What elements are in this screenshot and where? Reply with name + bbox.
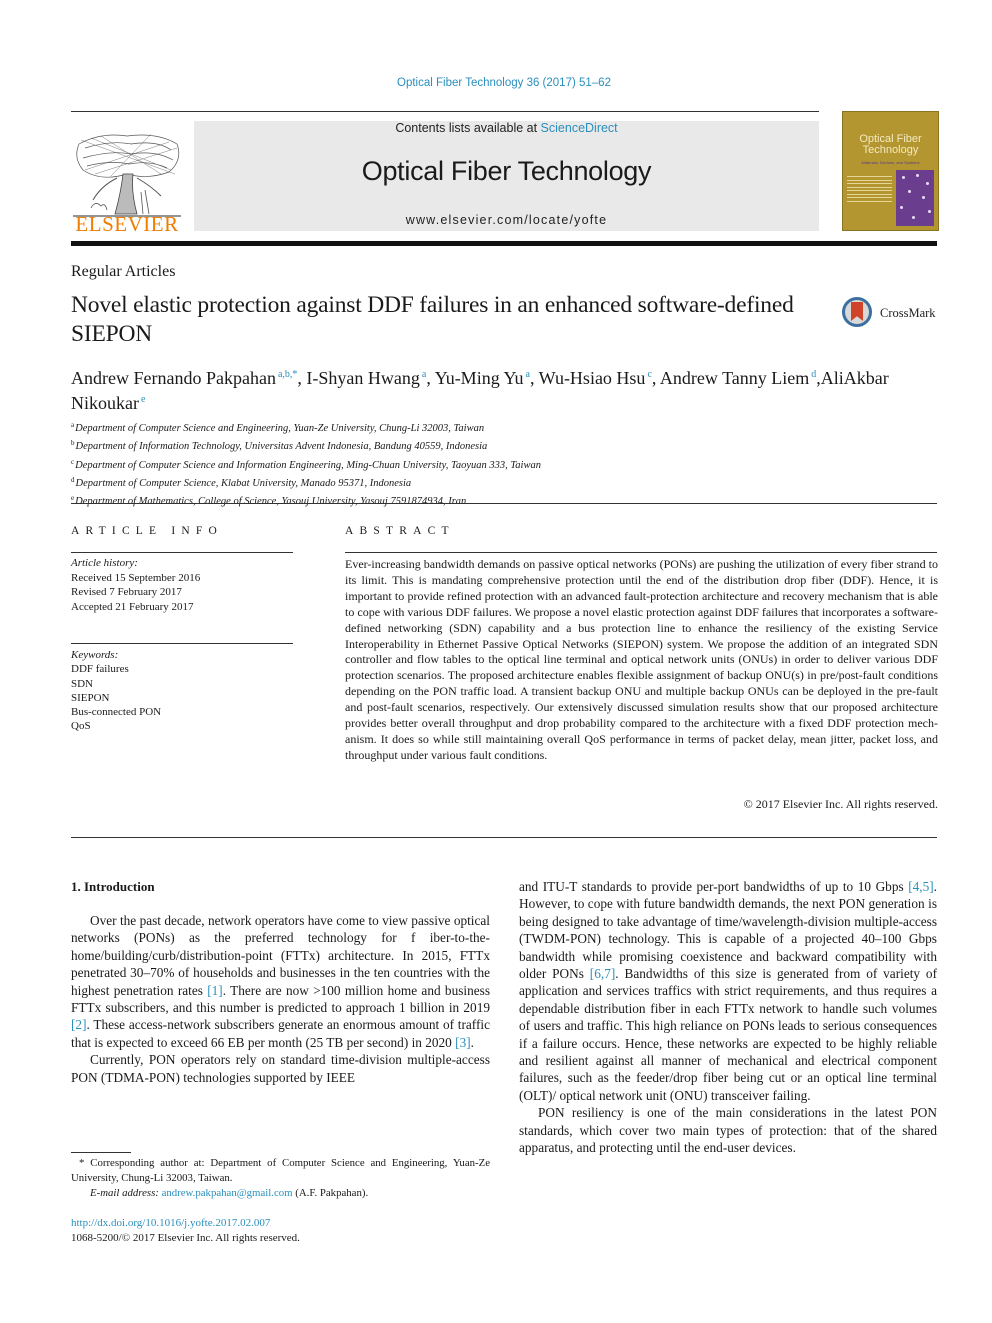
author-name[interactable]: Andrew Fernando Pakpahan — [71, 368, 276, 388]
email-suffix: (A.F. Pakpahan). — [292, 1187, 369, 1199]
sciencedirect-link[interactable]: ScienceDirect — [541, 121, 618, 135]
author-affiliation-marks[interactable]: a,b,* — [278, 369, 297, 380]
body-paragraph: Over the past decade, network operators … — [71, 912, 490, 1051]
elsevier-wordmark: ELSEVIER — [75, 212, 179, 236]
doi-link[interactable]: http://dx.doi.org/10.1016/j.yofte.2017.0… — [71, 1216, 300, 1231]
crossmark-label: CrossMark — [880, 306, 936, 320]
paragraph-text: and ITU-T standards to provide per-port … — [519, 879, 909, 894]
affiliation-key: e — [71, 494, 75, 503]
cover-artwork — [896, 170, 934, 226]
affiliation-text: Department of Computer Science and Infor… — [75, 459, 541, 471]
citation-link[interactable]: [4,5] — [908, 879, 933, 894]
paragraph-text: . These access-network subscribers gener… — [71, 1017, 490, 1050]
affiliation-text: Department of Information Technology, Un… — [75, 441, 488, 453]
paragraph-text: Currently, PON operators rely on standar… — [71, 1052, 490, 1085]
article-info-rule — [71, 552, 293, 553]
author-affiliation-marks[interactable]: d — [811, 369, 816, 380]
footnote-block: * Corresponding author at: Department of… — [71, 1156, 490, 1201]
body-paragraph: PON resiliency is one of the main consid… — [519, 1104, 937, 1156]
author-list: Andrew Fernando Pakpahan a,b,*, I-Shyan H… — [71, 368, 889, 413]
abstract-text: Ever-increasing bandwidth demands on pas… — [345, 557, 938, 762]
email-label: E-mail address: — [90, 1187, 162, 1199]
issn-copyright: 1068-5200/© 2017 Elsevier Inc. All right… — [71, 1232, 300, 1244]
keywords-block: Keywords: DDF failures SDN SIEPON Bus-co… — [71, 648, 301, 734]
journal-reference-link[interactable]: Optical Fiber Technology 36 (2017) 51–62 — [0, 77, 992, 89]
crossmark-button[interactable]: CrossMark — [842, 297, 942, 333]
article-section-label: Regular Articles — [71, 263, 176, 280]
top-rule — [71, 111, 819, 112]
abstract-heading: ABSTRACT — [345, 525, 455, 537]
history-accepted: Accepted 21 February 2017 — [71, 600, 194, 613]
affiliation-key: a — [71, 421, 75, 429]
history-received: Received 15 September 2016 — [71, 571, 201, 584]
abstract-copyright: © 2017 Elsevier Inc. All rights reserved… — [743, 797, 938, 811]
article-title: Novel elastic protection against DDF fai… — [71, 292, 794, 347]
abstract-rule — [345, 552, 937, 553]
cover-subtitle: Materials, Devices, and Systems — [861, 160, 920, 165]
citation-link[interactable]: [2] — [71, 1017, 87, 1032]
header-thick-rule — [71, 241, 937, 246]
cover-text-lines — [847, 176, 892, 204]
author-affiliation-marks[interactable]: e — [141, 394, 145, 405]
affiliation-key: d — [71, 475, 75, 484]
cover-title-line2: Technology — [862, 144, 919, 156]
cover-title: Optical Fiber Technology — [843, 134, 938, 156]
keywords-rule — [71, 643, 293, 644]
contents-line: Contents lists available at ScienceDirec… — [194, 121, 819, 135]
keyword-item: SDN — [71, 677, 94, 690]
journal-url[interactable]: www.elsevier.com/locate/yofte — [194, 213, 819, 227]
affiliation-item: aDepartment of Computer Science and Engi… — [71, 418, 771, 436]
affiliation-list: aDepartment of Computer Science and Engi… — [71, 418, 771, 509]
author-name[interactable]: Yu-Ming Yu — [435, 368, 524, 388]
contents-prefix: Contents lists available at — [395, 121, 541, 135]
history-revised: Revised 7 February 2017 — [71, 586, 182, 598]
author-affiliation-marks[interactable]: c — [647, 369, 651, 380]
corresponding-author-note: * Corresponding author at: Department of… — [71, 1157, 490, 1184]
keyword-item: Bus-connected PON — [71, 706, 162, 719]
affiliation-text: Department of Computer Science, Klabat U… — [75, 477, 412, 489]
affiliation-key: b — [71, 439, 75, 448]
article-history: Article history: Received 15 September 2… — [71, 556, 301, 614]
author-name[interactable]: Andrew Tanny Liem — [660, 368, 809, 388]
keyword-item: QoS — [71, 720, 91, 733]
affiliation-key: c — [71, 457, 75, 466]
body-column-left: Over the past decade, network operators … — [71, 912, 490, 1086]
paragraph-text: PON resiliency is one of the main consid… — [519, 1105, 937, 1156]
keyword-item: SIEPON — [71, 691, 110, 704]
body-paragraph: and ITU-T standards to provide per-port … — [519, 878, 937, 1104]
journal-title: Optical Fiber Technology — [361, 156, 652, 186]
doi-block: http://dx.doi.org/10.1016/j.yofte.2017.0… — [71, 1216, 300, 1246]
author-affiliation-marks[interactable]: a — [526, 369, 530, 380]
email-line: E-mail address: andrew.pakpahan@gmail.co… — [71, 1186, 490, 1201]
introduction-heading: 1. Introduction — [71, 879, 155, 894]
citation-link[interactable]: [1] — [207, 983, 223, 998]
keyword-item: DDF failures — [71, 663, 129, 676]
article-info-heading: ARTICLE INFO — [71, 525, 223, 537]
affiliation-text: Department of Computer Science and Engin… — [75, 423, 485, 434]
footnote-rule — [71, 1152, 131, 1153]
citation-link[interactable]: [6,7] — [590, 966, 615, 981]
body-paragraph: Currently, PON operators rely on standar… — [71, 1051, 490, 1086]
affiliation-item: eDepartment of Mathematics, College of S… — [71, 491, 771, 509]
section-rule — [71, 503, 937, 504]
affiliation-item: cDepartment of Computer Science and Info… — [71, 455, 771, 473]
affiliation-item: dDepartment of Computer Science, Klabat … — [71, 473, 771, 491]
author-name[interactable]: I-Shyan Hwang — [306, 368, 419, 388]
paragraph-text: . Bandwidths of this size is generated f… — [519, 966, 937, 1103]
author-name[interactable]: Wu-Hsiao Hsu — [539, 368, 646, 388]
citation-link[interactable]: [3] — [455, 1035, 471, 1050]
journal-banner: Contents lists available at ScienceDirec… — [194, 121, 819, 231]
body-column-right: and ITU-T standards to provide per-port … — [519, 878, 937, 1157]
affiliation-item: bDepartment of Information Technology, U… — [71, 436, 771, 454]
author-affiliation-marks[interactable]: a — [422, 369, 426, 380]
email-link[interactable]: andrew.pakpahan@gmail.com — [162, 1187, 293, 1199]
body-rule — [71, 837, 937, 838]
history-label: Article history: — [71, 557, 138, 569]
affiliation-text: Department of Mathematics, College of Sc… — [75, 496, 467, 508]
journal-cover-image[interactable]: Optical Fiber Technology Materials, Devi… — [842, 111, 939, 231]
keywords-label: Keywords: — [71, 649, 119, 661]
paragraph-text: . — [470, 1034, 474, 1050]
